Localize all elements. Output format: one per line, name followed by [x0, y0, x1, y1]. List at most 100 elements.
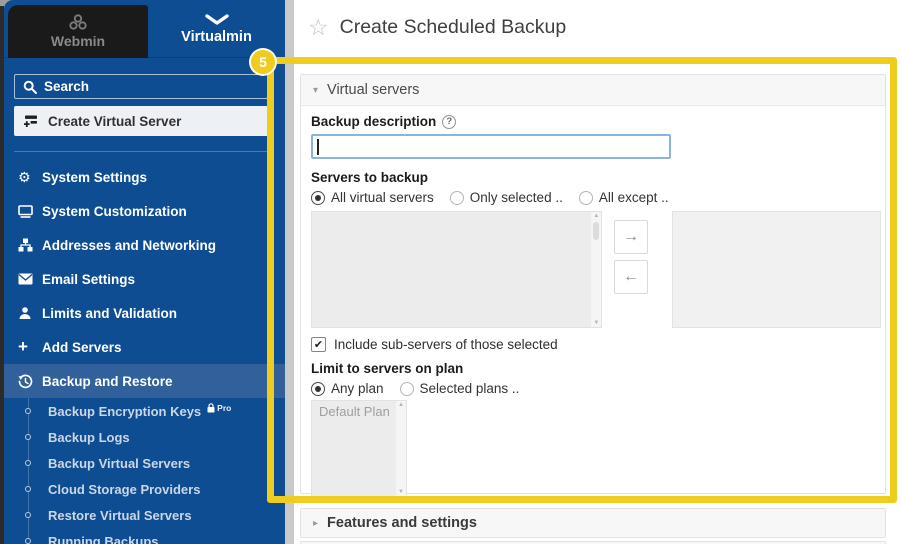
virtual-servers-panel-header[interactable]: ▾ Virtual servers [301, 75, 885, 106]
radio-all-except[interactable]: All except .. [579, 190, 669, 205]
sidebar-item-email-settings[interactable]: Email Settings ◄ [4, 262, 285, 296]
backup-description-input[interactable] [311, 134, 671, 159]
chevron-down-icon [204, 14, 230, 25]
plan-list-item[interactable]: Default Plan [312, 401, 406, 419]
available-servers-listbox[interactable]: ▲ ▼ [311, 211, 602, 328]
envelope-icon [18, 273, 42, 285]
bullet-icon [25, 460, 31, 466]
move-right-button[interactable]: → [614, 220, 648, 254]
bullet-icon [25, 434, 31, 440]
bullet-icon [25, 512, 31, 518]
tab-webmin-label: Webmin [51, 33, 105, 49]
scrollbar-thumb[interactable] [593, 222, 599, 240]
text-caret [317, 139, 319, 155]
user-icon [18, 306, 42, 320]
bullet-icon [25, 538, 31, 544]
scroll-up-icon[interactable]: ▲ [396, 402, 406, 408]
chevron-left-icon: ◄ [266, 276, 273, 283]
sidebar-item-add-servers[interactable]: + Add Servers ◄ [4, 330, 285, 364]
server-selection-lists: ▲ ▼ → ← [311, 211, 881, 328]
sidebar-item-backup-restore[interactable]: Backup and Restore ▼ [4, 364, 285, 398]
search-input[interactable]: Search [14, 74, 268, 99]
features-settings-panel: ▸ Features and settings [300, 508, 886, 538]
backup-description-label: Backup description ? [311, 114, 881, 129]
webmin-logo-icon [69, 14, 87, 30]
restore-icon [18, 374, 42, 389]
radio-selected-plans[interactable]: Selected plans .. [400, 381, 520, 396]
chevron-left-icon: ◄ [266, 208, 273, 215]
chevron-left-icon: ◄ [266, 174, 273, 181]
radio-icon [579, 191, 593, 205]
chevron-left-icon: ◄ [266, 344, 273, 351]
gear-icon: ⚙ [18, 169, 42, 186]
pro-badge: Pro [217, 403, 231, 413]
radio-icon [311, 382, 325, 396]
include-subservers-option[interactable]: ✔ Include sub-servers of those selected [311, 337, 881, 352]
sidebar-item-cloud-storage-providers[interactable]: Cloud Storage Providers [4, 476, 285, 502]
sidebar-item-restore-virtual-servers[interactable]: Restore Virtual Servers [4, 502, 285, 528]
servers-to-backup-radio-group: All virtual servers Only selected .. All… [311, 190, 881, 205]
sidebar-item-backup-encryption-keys[interactable]: Backup Encryption Keys Pro [4, 398, 285, 424]
checkbox-icon: ✔ [311, 337, 326, 352]
move-left-button[interactable]: ← [614, 260, 648, 294]
create-server-icon [23, 114, 39, 129]
listbox-scrollbar[interactable]: ▲ ▼ [396, 401, 406, 496]
triangle-right-icon: ▸ [313, 518, 318, 529]
search-placeholder: Search [44, 79, 89, 94]
mode-tabs: Webmin Virtualmin [4, 0, 285, 58]
sidebar-item-backup-logs[interactable]: Backup Logs [4, 424, 285, 450]
limit-plan-label: Limit to servers on plan [311, 361, 881, 376]
radio-icon [400, 382, 414, 396]
app-window: Webmin Virtualmin Search [0, 0, 901, 544]
radio-icon [311, 191, 325, 205]
scroll-down-icon[interactable]: ▼ [591, 320, 601, 326]
radio-only-selected[interactable]: Only selected .. [450, 190, 563, 205]
listbox-scrollbar[interactable]: ▲ ▼ [591, 212, 601, 327]
radio-all-virtual-servers[interactable]: All virtual servers [311, 190, 434, 205]
sidebar-menu: ⚙ System Settings ◄ System Customization… [4, 160, 285, 398]
radio-icon [450, 191, 464, 205]
plans-listbox[interactable]: Default Plan ▲ ▼ [311, 400, 407, 497]
virtual-servers-panel: ▾ Virtual servers Backup description ? S… [300, 74, 886, 494]
content-gutter [285, 0, 294, 544]
sidebar-divider [14, 151, 268, 152]
bullet-icon [25, 486, 31, 492]
scroll-up-icon[interactable]: ▲ [591, 213, 601, 219]
backup-restore-submenu: Backup Encryption Keys Pro Backup Logs [4, 398, 285, 544]
tab-virtualmin-label: Virtualmin [181, 29, 252, 45]
main-content: ☆ Create Scheduled Backup ▾ Virtual serv… [294, 0, 901, 544]
chevron-left-icon: ◄ [266, 242, 273, 249]
radio-any-plan[interactable]: Any plan [311, 381, 384, 396]
tab-webmin[interactable]: Webmin [8, 5, 148, 58]
tab-virtualmin[interactable]: Virtualmin [148, 0, 285, 58]
create-virtual-server-label: Create Virtual Server [48, 114, 181, 129]
page-title: Create Scheduled Backup [340, 16, 567, 39]
sidebar-item-system-customization[interactable]: System Customization ◄ [4, 194, 285, 228]
favorite-star-icon[interactable]: ☆ [308, 16, 329, 39]
bullet-icon [25, 408, 31, 414]
arrow-left-icon: ← [623, 268, 639, 286]
sidebar-item-limits-validation[interactable]: Limits and Validation ◄ [4, 296, 285, 330]
servers-to-backup-label: Servers to backup [311, 170, 881, 185]
arrow-right-icon: → [623, 228, 639, 246]
sidebar-item-create-virtual-server[interactable]: Create Virtual Server [14, 106, 268, 136]
lock-icon [207, 403, 215, 413]
monitor-icon [18, 205, 42, 218]
sidebar: Webmin Virtualmin Search [4, 0, 285, 544]
chevron-left-icon: ◄ [266, 310, 273, 317]
sidebar-item-backup-virtual-servers[interactable]: Backup Virtual Servers [4, 450, 285, 476]
sidebar-item-addresses-networking[interactable]: Addresses and Networking ◄ [4, 228, 285, 262]
help-icon[interactable]: ? [442, 115, 456, 129]
scroll-down-icon[interactable]: ▼ [396, 489, 406, 495]
features-settings-panel-header[interactable]: ▸ Features and settings [301, 509, 885, 537]
triangle-down-icon: ▾ [313, 85, 318, 96]
sidebar-item-running-backups[interactable]: Running Backups [4, 528, 285, 544]
page-header: ☆ Create Scheduled Backup [308, 16, 566, 39]
chevron-down-icon: ▼ [266, 378, 273, 385]
network-icon [18, 238, 42, 252]
sidebar-item-system-settings[interactable]: ⚙ System Settings ◄ [4, 160, 285, 194]
selected-servers-listbox[interactable] [672, 211, 881, 328]
search-icon [23, 80, 37, 94]
plan-radio-group: Any plan Selected plans .. [311, 381, 881, 396]
plus-icon: + [18, 337, 42, 357]
